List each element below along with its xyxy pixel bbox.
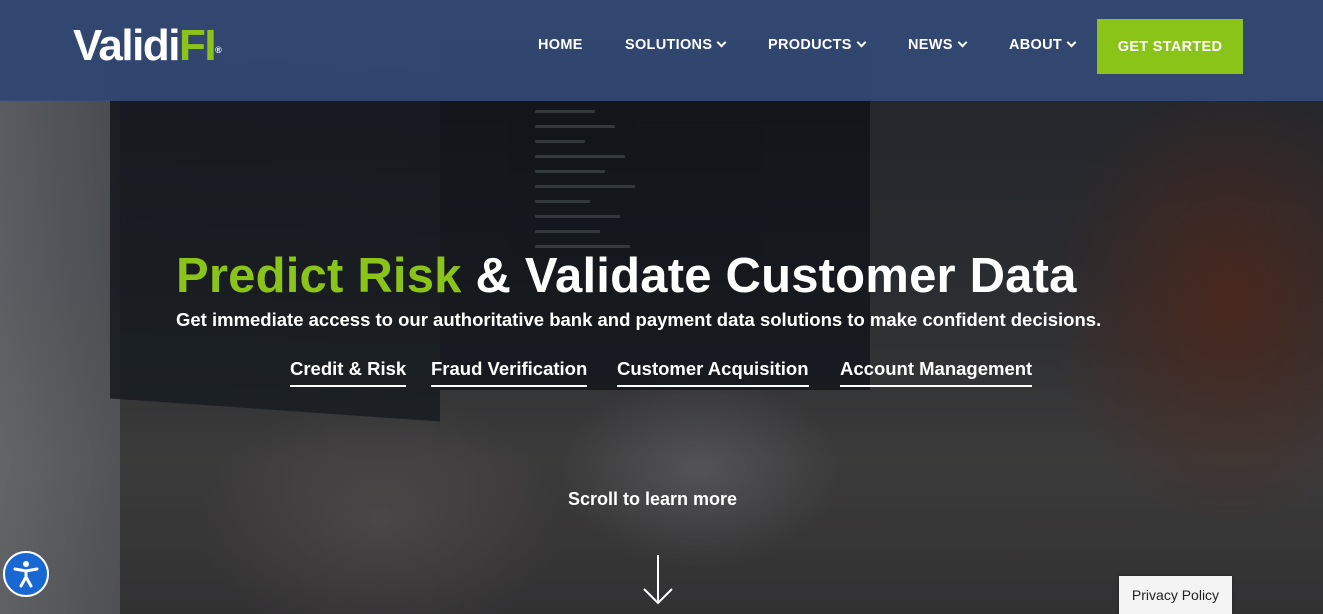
- chevron-down-icon: [716, 37, 727, 47]
- nav-item-about[interactable]: ABOUT: [1009, 37, 1077, 53]
- link-customer-acquisition[interactable]: Customer Acquisition: [617, 358, 809, 387]
- headline-highlight: Predict Risk: [176, 249, 462, 303]
- nav-item-products[interactable]: PRODUCTS: [768, 37, 867, 53]
- chevron-down-icon: [957, 37, 968, 47]
- chevron-down-icon: [856, 37, 867, 47]
- link-account-management[interactable]: Account Management: [840, 358, 1033, 387]
- top-navigation-bar: ValidiFI® HOME SOLUTIONS PRODUCTS NEWS A…: [0, 0, 1323, 101]
- scroll-prompt: Scroll to learn more: [568, 489, 738, 509]
- validifi-logo[interactable]: ValidiFI®: [73, 22, 222, 70]
- hero-headline: Predict Risk & Validate Customer Data: [176, 246, 1077, 306]
- headline-rest: & Validate Customer Data: [461, 249, 1077, 303]
- arrow-down-icon[interactable]: [640, 553, 676, 607]
- privacy-policy-badge[interactable]: Privacy Policy: [1119, 576, 1232, 614]
- accessibility-person-icon: [13, 561, 39, 588]
- chevron-down-icon: [1066, 37, 1077, 47]
- nav-item-solutions[interactable]: SOLUTIONS: [625, 37, 727, 53]
- link-fraud-verification[interactable]: Fraud Verification: [431, 358, 588, 387]
- link-credit-risk[interactable]: Credit & Risk: [290, 358, 407, 387]
- nav-item-home[interactable]: HOME: [538, 37, 583, 53]
- get-started-button[interactable]: GET STARTED: [1097, 19, 1243, 74]
- accessibility-button[interactable]: [3, 551, 49, 597]
- nav-item-news[interactable]: NEWS: [908, 37, 968, 53]
- hero-subheadline: Get immediate access to our authoritativ…: [176, 309, 1102, 330]
